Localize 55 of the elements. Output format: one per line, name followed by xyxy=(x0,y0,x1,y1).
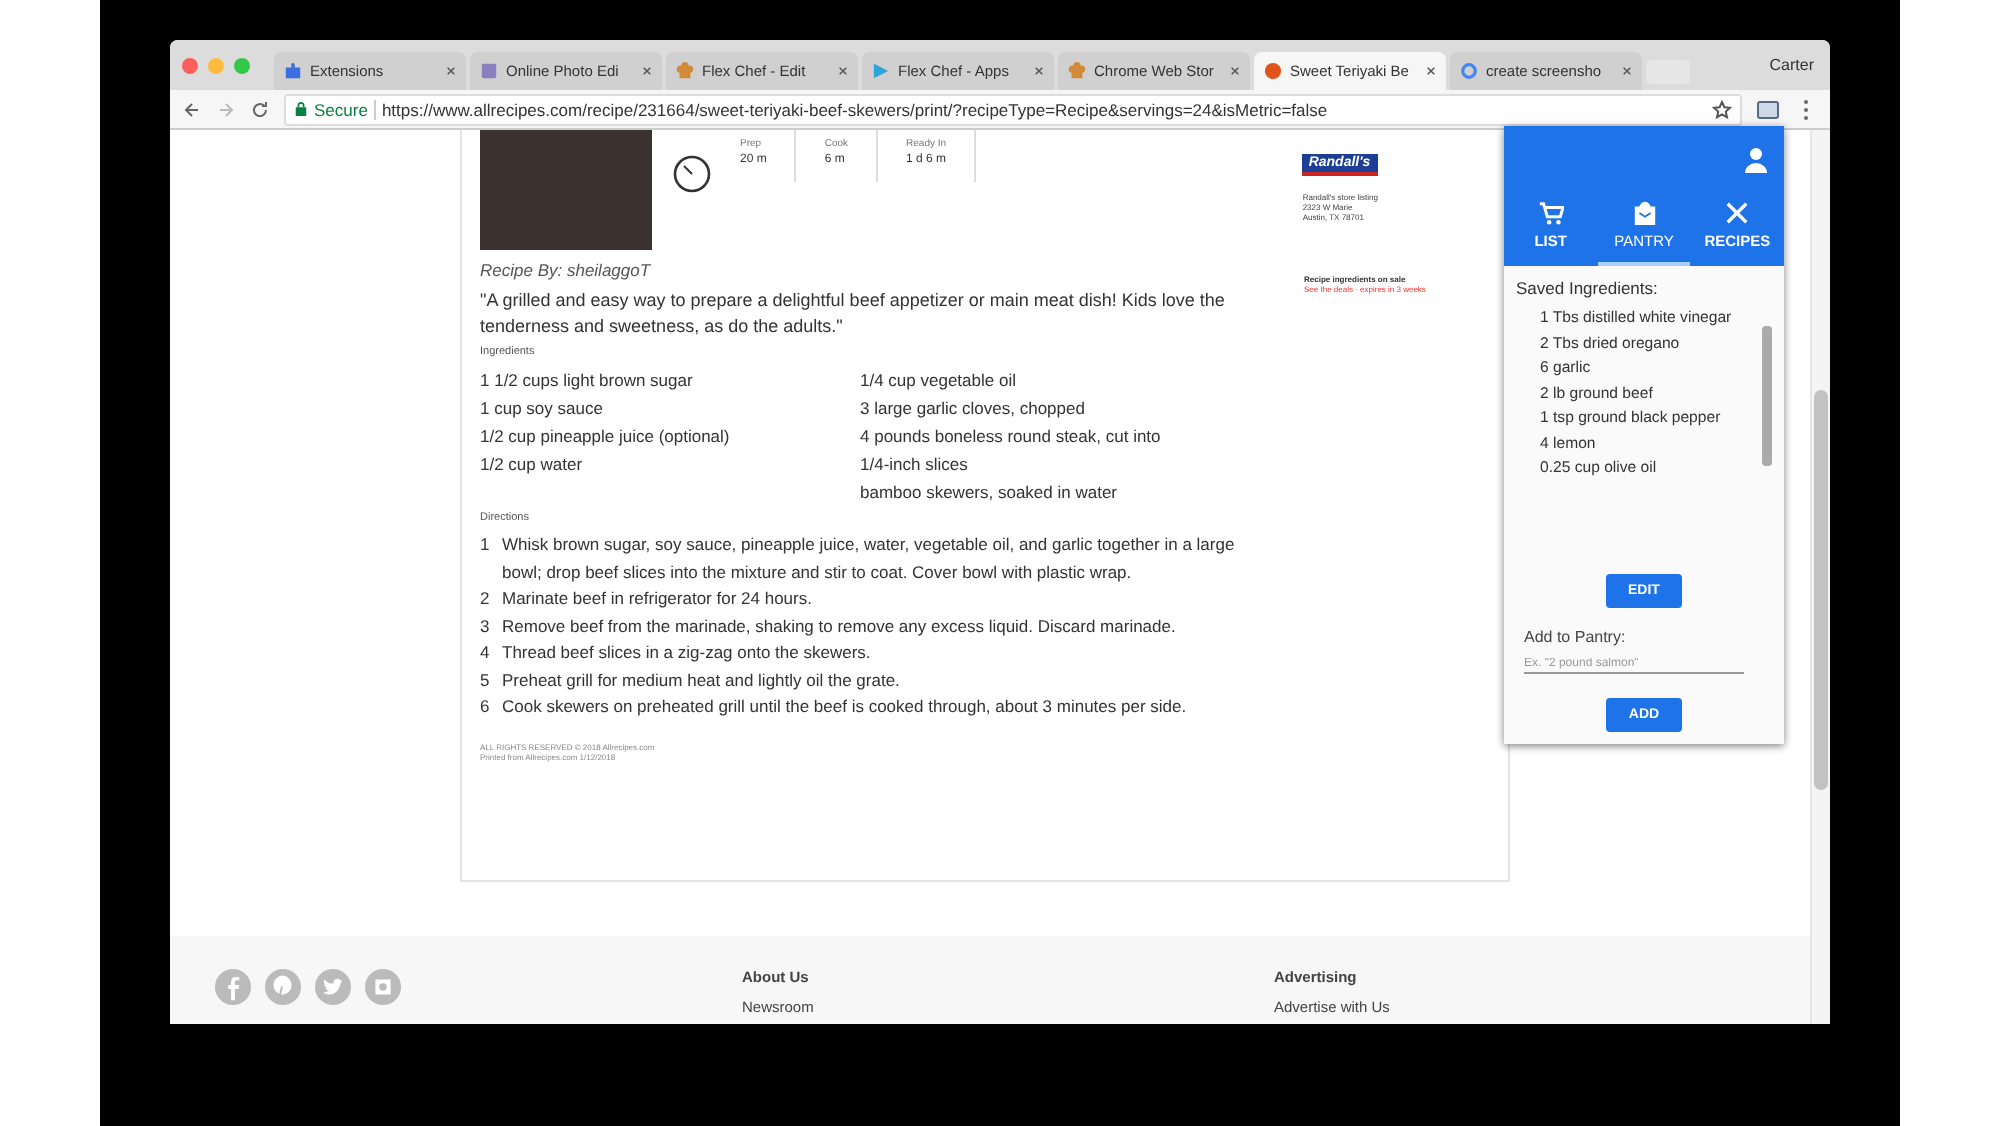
extension-icon[interactable] xyxy=(1756,97,1780,121)
profile-name[interactable]: Carter xyxy=(1769,56,1814,74)
step-text: Marinate beef in refrigerator for 24 hours. xyxy=(502,586,812,612)
saved-ingredients-heading: Saved Ingredients: xyxy=(1516,278,1658,298)
add-to-pantry-label: Add to Pantry: xyxy=(1524,628,1626,646)
back-icon[interactable] xyxy=(182,99,202,119)
ingredient-item: 1/4 cup vegetable oil xyxy=(860,368,1018,394)
play-store-icon xyxy=(872,62,890,80)
step-text: Remove beef from the marinade, shaking to remove any excess liquid. Discard marinade. xyxy=(502,613,1176,640)
step-number: 2 xyxy=(480,586,492,612)
step-number: 1 xyxy=(480,532,492,558)
step-number: 3 xyxy=(480,613,492,639)
close-tab-icon[interactable] xyxy=(446,66,456,76)
step-number: 4 xyxy=(480,640,492,666)
ingredient-item: 1 1/2 cups light brown sugar xyxy=(480,368,695,394)
recipe-site-icon xyxy=(1264,62,1282,80)
ingredient-item: 1/2 cup pineapple juice (optional) xyxy=(480,424,732,450)
photo-icon xyxy=(480,62,498,80)
ingredient-item: 1 cup soy sauce xyxy=(480,396,605,422)
bookmark-star-icon[interactable] xyxy=(1712,99,1732,119)
lock-icon xyxy=(294,100,308,118)
chef-hat-icon xyxy=(676,62,694,80)
url-text: https://www.allrecipes.com/recipe/231664/sweet-teriyaki-beef-skewers/print/?recipeType=Recipe&servings=24&isMetric=false xyxy=(381,99,1330,119)
cart-icon xyxy=(1537,200,1564,226)
ingredient-item: 1/2 cup water xyxy=(480,452,585,478)
search-engine-icon xyxy=(1460,62,1478,80)
scrollbar-thumb[interactable] xyxy=(1814,390,1828,790)
step-text: Cook skewers on preheated grill until the beef is cooked through, about 3 minutes per side. xyxy=(502,694,1187,720)
recipe-description: "A grilled and easy way to prepare a delightful beef appetizer or main meat dish! Kids love the tenderness and sweetness, as do the adults." xyxy=(480,288,1227,340)
close-tab-icon[interactable] xyxy=(1426,66,1436,76)
address-bar[interactable]: Secure https://www.allrecipes.com/recipe/231664/sweet-teriyaki-beef-skewers/print/?recipeType=Recipe&servings=24&isMetric=false xyxy=(284,93,1742,125)
step-text: Whisk brown sugar, soy sauce, pineapple juice, water, vegetable oil, and garlic together in a large bowl; drop beef slices into the mixture and stir to coat. Cover bowl with plastic wrap. xyxy=(502,532,1237,586)
close-tab-icon[interactable] xyxy=(1622,66,1632,76)
close-tab-icon[interactable] xyxy=(642,66,652,76)
chef-hat-icon xyxy=(1068,62,1086,80)
ingredient-item: bamboo skewers, soaked in water xyxy=(860,480,1120,506)
secure-label: Secure xyxy=(314,99,376,119)
reload-icon[interactable] xyxy=(250,99,270,119)
ingredient-item: 3 large garlic cloves, chopped xyxy=(860,396,1087,422)
user-icon[interactable] xyxy=(1744,146,1768,174)
step-number: 6 xyxy=(480,694,492,720)
step-text: Preheat grill for medium heat and lightly oil the grate. xyxy=(502,667,900,694)
clock-icon xyxy=(672,154,712,194)
recipe-author: Recipe By: sheilaggoT xyxy=(480,260,653,280)
ingredient-item: 1/4-inch slices xyxy=(860,452,970,478)
puzzle-icon xyxy=(284,62,302,80)
step-number: 5 xyxy=(480,667,492,693)
close-tab-icon[interactable] xyxy=(1230,66,1240,76)
bag-icon xyxy=(1631,200,1657,226)
close-tab-icon[interactable] xyxy=(838,66,848,76)
close-tab-icon[interactable] xyxy=(1034,66,1044,76)
step-text: Thread beef slices in a zig-zag onto the skewers. xyxy=(502,640,871,666)
list-scrollbar-thumb[interactable] xyxy=(1762,326,1772,466)
ingredient-item: 4 pounds boneless round steak, cut into xyxy=(860,424,1163,450)
utensils-icon xyxy=(1724,200,1751,226)
